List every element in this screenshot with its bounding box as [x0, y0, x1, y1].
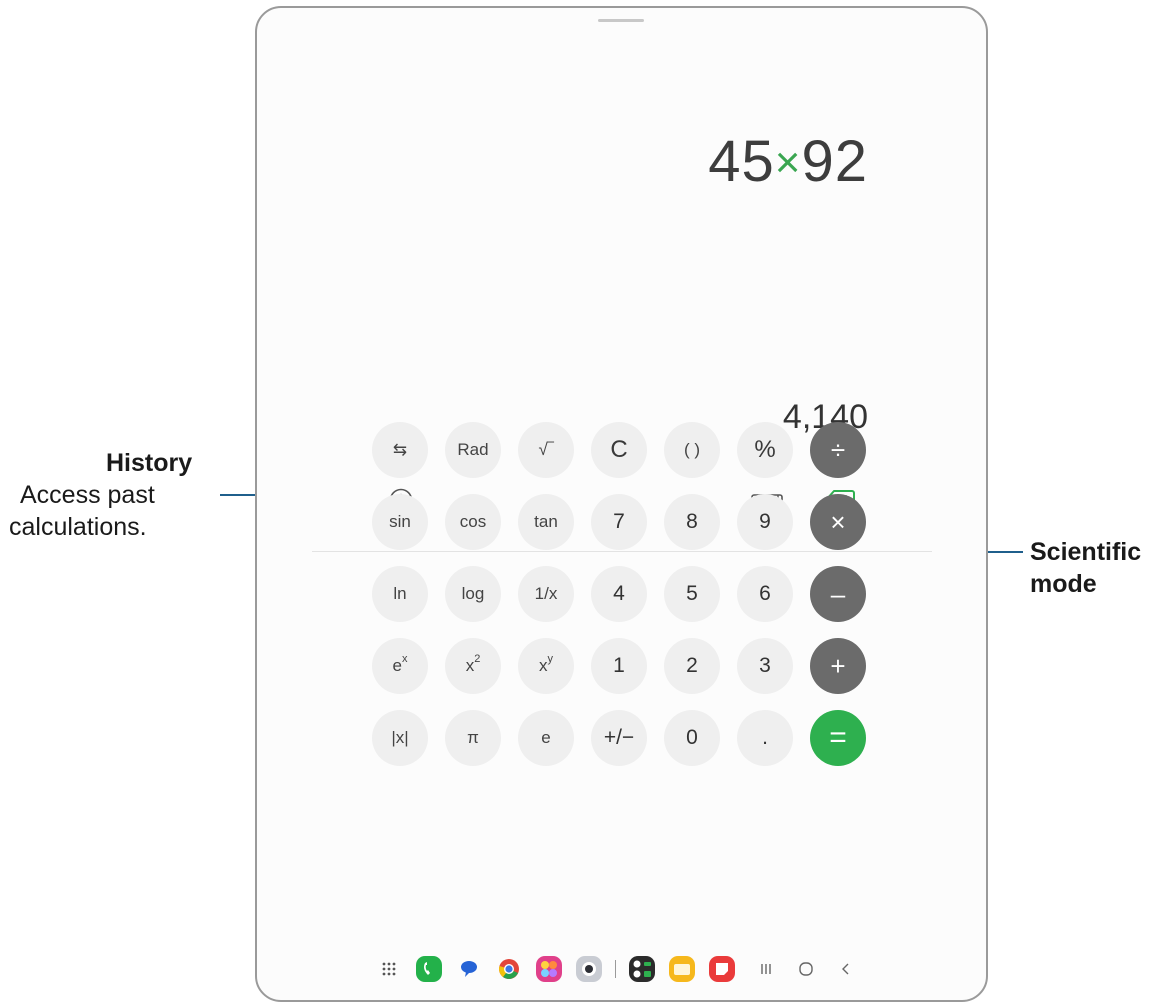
multiply-button[interactable]: ×	[810, 494, 866, 550]
chrome-app-icon	[499, 959, 519, 979]
my-files-app-button[interactable]	[668, 955, 696, 983]
digit-9-button[interactable]: 9	[737, 494, 793, 550]
history-annotation-title: History	[106, 449, 193, 477]
percent-button[interactable]: %	[737, 422, 793, 478]
home-nav-button[interactable]	[792, 955, 820, 983]
exp-button[interactable]: ex	[372, 638, 428, 694]
camera-app-icon	[576, 956, 602, 982]
clear-button[interactable]: C	[591, 422, 647, 478]
messages-app-icon	[461, 961, 477, 977]
subtract-button[interactable]: –	[810, 566, 866, 622]
back-nav-button[interactable]	[832, 955, 860, 983]
multiply-operator: ×	[774, 138, 802, 187]
decimal-button[interactable]: .	[737, 710, 793, 766]
sin-button[interactable]: sin	[372, 494, 428, 550]
power-button[interactable]: xy	[518, 638, 574, 694]
digit-3-button[interactable]: 3	[737, 638, 793, 694]
exp-base: e	[392, 656, 402, 675]
expression-display: 45×92	[708, 128, 868, 195]
power-superscript: y	[547, 653, 554, 665]
square-base: x	[465, 656, 475, 675]
notes-app-icon	[709, 956, 735, 982]
divide-button[interactable]: ÷	[810, 422, 866, 478]
history-annotation-line1: Access past	[20, 481, 155, 509]
home-icon	[799, 962, 813, 976]
digit-2-button[interactable]: 2	[664, 638, 720, 694]
reciprocal-button[interactable]: 1/x	[518, 566, 574, 622]
exp-superscript: x	[401, 653, 408, 665]
parentheses-button[interactable]: ( )	[664, 422, 720, 478]
absolute-value-button[interactable]: |x|	[372, 710, 428, 766]
taskbar	[375, 954, 935, 984]
calculator-app-button[interactable]	[628, 955, 656, 983]
sqrt-button[interactable]: √‾	[518, 422, 574, 478]
euler-button[interactable]: e	[518, 710, 574, 766]
dock-separator	[615, 960, 616, 978]
cos-button[interactable]: cos	[445, 494, 501, 550]
digit-0-button[interactable]: 0	[664, 710, 720, 766]
toggle-functions-button[interactable]: ⇆	[372, 422, 428, 478]
gallery-app-button[interactable]	[535, 955, 563, 983]
gallery-app-icon	[536, 956, 562, 982]
digit-5-button[interactable]: 5	[664, 566, 720, 622]
scientific-annotation-line2: mode	[1030, 570, 1097, 598]
operand-1: 45	[708, 129, 775, 194]
digit-6-button[interactable]: 6	[737, 566, 793, 622]
tablet-screen: 45×92 4,140 ⇆ Rad √‾ C ( ) % ÷ sin cos t…	[255, 6, 988, 1002]
apps-grid-button[interactable]	[375, 955, 403, 983]
calculator-app-icon	[629, 956, 655, 982]
negate-button[interactable]: +/−	[591, 710, 647, 766]
keypad: ⇆ Rad √‾ C ( ) % ÷ sin cos tan 7 8 9 × l…	[372, 422, 876, 766]
scientific-annotation-line1: Scientific	[1030, 538, 1142, 566]
tan-button[interactable]: tan	[518, 494, 574, 550]
notes-app-button[interactable]	[708, 955, 736, 983]
recents-icon	[761, 964, 771, 974]
messages-app-button[interactable]	[455, 955, 483, 983]
folder-app-icon	[669, 956, 695, 982]
back-icon	[842, 963, 849, 975]
digit-8-button[interactable]: 8	[664, 494, 720, 550]
phone-app-icon	[416, 956, 442, 982]
phone-app-button[interactable]	[415, 955, 443, 983]
power-base: x	[539, 656, 548, 675]
history-annotation-line2: calculations.	[9, 513, 147, 541]
digit-4-button[interactable]: 4	[591, 566, 647, 622]
square-button[interactable]: x2	[445, 638, 501, 694]
square-superscript: 2	[474, 653, 481, 665]
recents-nav-button[interactable]	[752, 955, 780, 983]
digit-7-button[interactable]: 7	[591, 494, 647, 550]
operand-2: 92	[801, 129, 868, 194]
ln-button[interactable]: ln	[372, 566, 428, 622]
digit-1-button[interactable]: 1	[591, 638, 647, 694]
log-button[interactable]: log	[445, 566, 501, 622]
camera-app-button[interactable]	[575, 955, 603, 983]
pi-button[interactable]: π	[445, 710, 501, 766]
drag-handle[interactable]	[598, 19, 644, 22]
add-button[interactable]: +	[810, 638, 866, 694]
equals-button[interactable]: =	[810, 710, 866, 766]
chrome-app-button[interactable]	[495, 955, 523, 983]
apps-grid-icon	[382, 962, 396, 976]
rad-button[interactable]: Rad	[445, 422, 501, 478]
